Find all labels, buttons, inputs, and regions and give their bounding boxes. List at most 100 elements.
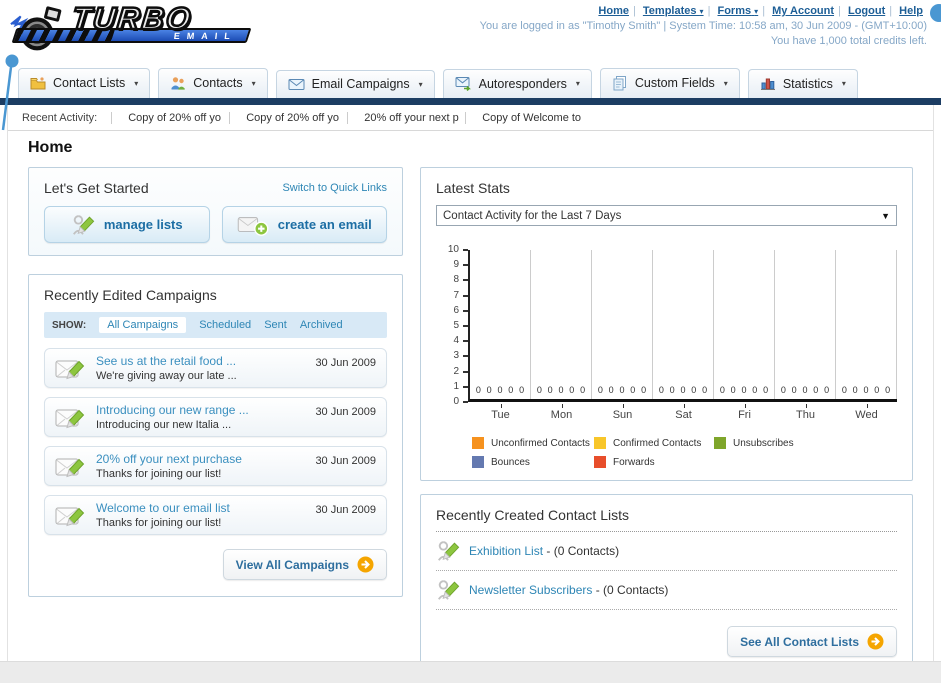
campaigns-panel-title: Recently Edited Campaigns (44, 287, 217, 303)
header-link-templates[interactable]: Templates ▾ (643, 5, 704, 17)
contact-list-link[interactable]: Newsletter Subscribers (469, 583, 592, 597)
login-info: You are logged in as "Timothy Smith" | S… (479, 20, 927, 32)
recent-activity-label: Recent Activity: (22, 111, 98, 124)
campaign-title-link[interactable]: See us at the retail food ... (96, 354, 306, 368)
header-link-home[interactable]: Home (598, 5, 629, 17)
filter-archived[interactable]: Archived (300, 319, 343, 331)
data-point-label: 0 (508, 385, 514, 395)
data-point-label: 0 (813, 385, 819, 395)
main-nav: Contact Lists ▾ Contacts ▾ Email Campaigns… (0, 62, 941, 98)
statistics-icon (760, 78, 775, 90)
contact-list-row[interactable]: Exhibition List - (0 Contacts) (436, 532, 897, 571)
page-title: Home (28, 139, 73, 156)
contact-list-row[interactable]: Newsletter Subscribers - (0 Contacts) (436, 571, 897, 610)
chart-day-column: 00000 (531, 250, 592, 399)
corner-dot-decoration (930, 4, 941, 22)
contact-activity-chart: 0 1 2 3 4 5 6 7 8 9 10 000000000000000000000000000… (436, 244, 897, 407)
legend-swatch (594, 456, 606, 468)
data-point-label: 0 (752, 385, 758, 395)
filter-all-campaigns[interactable]: All Campaigns (99, 317, 187, 333)
tab-contacts[interactable]: Contacts ▾ (158, 68, 268, 98)
contact-list-link[interactable]: Exhibition List (469, 544, 543, 558)
campaign-date: 30 Jun 2009 (315, 406, 376, 418)
data-point-label: 0 (597, 385, 603, 395)
campaign-title-link[interactable]: Introducing our new range ... (96, 403, 306, 417)
data-point-label: 0 (802, 385, 808, 395)
campaign-title-link[interactable]: 20% off your next purchase (96, 452, 306, 466)
envelope-plus-icon (237, 216, 269, 236)
chevron-down-icon: ▾ (723, 78, 728, 88)
header-link-logout[interactable]: Logout (848, 5, 885, 17)
data-point-label: 0 (824, 385, 830, 395)
chevron-down-icon: ▾ (418, 79, 423, 89)
campaign-date: 30 Jun 2009 (315, 455, 376, 467)
chart-legend: Unconfirmed Contacts Confirmed Contacts … (472, 437, 897, 468)
legend-label: Forwards (613, 456, 655, 468)
legend-label: Confirmed Contacts (613, 437, 702, 449)
x-axis-label: Wed (836, 404, 897, 421)
nav-divider-bar (0, 98, 941, 105)
logo-string-decoration (1, 54, 19, 131)
legend-swatch (594, 437, 606, 449)
header-link-forms[interactable]: Forms ▾ (717, 5, 758, 17)
envelope-pencil-icon (55, 360, 85, 379)
campaign-date: 30 Jun 2009 (315, 504, 376, 516)
chevron-down-icon: ▾ (699, 7, 704, 16)
chart-plot-area: 00000000000000000000000000000000000 (468, 250, 897, 402)
contact-lists-title: Recently Created Contact Lists (436, 507, 629, 523)
turbo-email-logo[interactable]: TURBO EMAIL (8, 0, 252, 56)
campaign-subtitle: Thanks for joining our list! (96, 468, 222, 480)
tab-statistics[interactable]: Statistics ▾ (747, 69, 858, 98)
tab-custom-fields[interactable]: Custom Fields ▾ (599, 68, 740, 98)
manage-lists-button[interactable]: manage lists (44, 206, 210, 243)
data-point-label: 0 (841, 385, 847, 395)
campaign-row[interactable]: Welcome to our email list Thanks for joi… (44, 495, 387, 535)
latest-stats-title: Latest Stats (436, 180, 510, 196)
create-an-email-button[interactable]: create an email (221, 206, 387, 243)
activity-item-label: Copy of 20% off yo (128, 111, 221, 124)
tab-contact-lists[interactable]: Contact Lists ▾ (18, 68, 151, 98)
filter-sent[interactable]: Sent (264, 319, 287, 331)
arrow-right-icon (867, 633, 884, 650)
get-started-title: Let's Get Started (44, 180, 149, 196)
campaign-row[interactable]: See us at the retail food ... We're givi… (44, 348, 387, 388)
legend-item-forwards: Forwards (594, 456, 714, 468)
chevron-down-icon: ▾ (251, 78, 256, 88)
logo-title: TURBO (69, 0, 195, 37)
campaign-row[interactable]: Introducing our new range ... Introducin… (44, 397, 387, 437)
tab-label: Contacts (193, 76, 243, 90)
legend-label: Bounces (491, 456, 530, 468)
legend-item-bounces: Bounces (472, 456, 594, 468)
header-link-my-account[interactable]: My Account (772, 5, 834, 17)
activity-item[interactable]: Copy of 20% off yo (229, 111, 347, 124)
stats-dropdown-value: Contact Activity for the Last 7 Days (443, 209, 622, 222)
activity-item[interactable]: Copy of 20% off yo (111, 111, 229, 124)
activity-item[interactable]: Copy of Welcome to (465, 111, 583, 124)
switch-to-quick-links[interactable]: Switch to Quick Links (282, 182, 387, 194)
campaign-title-link[interactable]: Welcome to our email list (96, 501, 306, 515)
tab-autoresponders[interactable]: Autoresponders ▾ (442, 69, 592, 98)
contacts-icon (171, 77, 185, 90)
data-point-label: 0 (536, 385, 542, 395)
top-header: TURBO EMAIL Home | Templates ▾ | Forms ▾ | … (0, 0, 941, 131)
activity-item[interactable]: 20% off your next p (347, 111, 465, 124)
data-point-label: 0 (569, 385, 575, 395)
recent-activity-bar: Recent Activity: Copy of 20% off yo Copy… (8, 105, 933, 131)
tab-email-campaigns[interactable]: Email Campaigns ▾ (275, 70, 435, 98)
data-point-label: 0 (874, 385, 880, 395)
legend-swatch (472, 437, 484, 449)
chevron-down-icon: ▾ (134, 78, 139, 88)
campaign-row[interactable]: 20% off your next purchase Thanks for jo… (44, 446, 387, 486)
data-point-label: 0 (719, 385, 725, 395)
activity-item-label: Copy of Welcome to (482, 111, 582, 124)
see-all-contact-lists-button[interactable]: See All Contact Lists (727, 626, 897, 657)
contact-list-count: - (0 Contacts) (546, 544, 620, 558)
view-all-campaigns-button[interactable]: View All Campaigns (222, 549, 387, 580)
contact-list-count: - (0 Contacts) (595, 583, 669, 597)
legend-swatch (472, 456, 484, 468)
chart-day-column: 00000 (470, 250, 531, 399)
header-link-help[interactable]: Help (899, 5, 923, 17)
envelope-pencil-icon (55, 458, 85, 477)
filter-scheduled[interactable]: Scheduled (199, 319, 251, 331)
stats-dropdown[interactable]: Contact Activity for the Last 7 Days ▼ (436, 205, 897, 226)
